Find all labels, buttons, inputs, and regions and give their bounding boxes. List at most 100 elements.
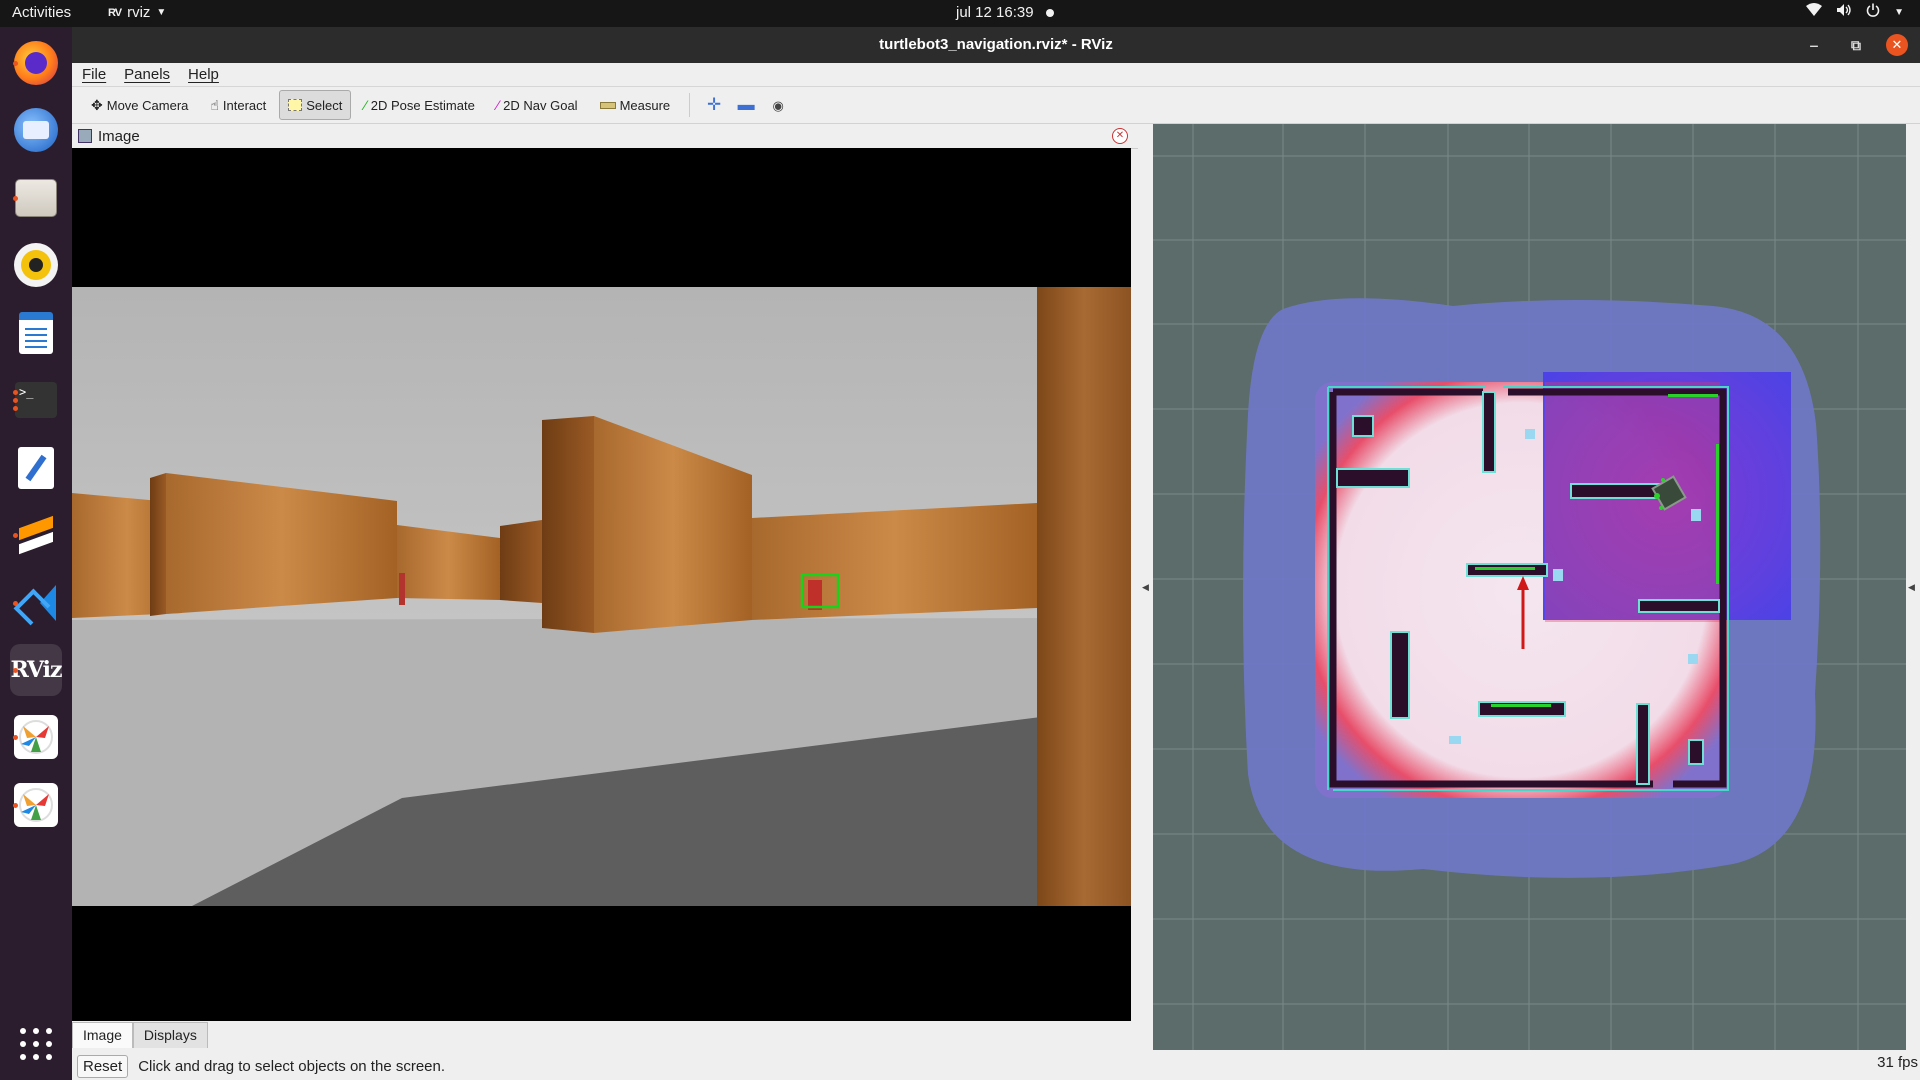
menu-bar: File Panels Help <box>72 63 1920 87</box>
sublime-icon <box>17 515 55 555</box>
chevron-down-icon: ▼ <box>1894 6 1904 18</box>
files-icon <box>15 179 57 217</box>
terminal-icon: >_ <box>15 382 57 418</box>
menu-help[interactable]: Help <box>188 66 219 83</box>
magenta-arrow-icon: ⁄ <box>496 97 500 113</box>
2d-pose-estimate-tool[interactable]: ⁄ 2D Pose Estimate <box>355 90 483 120</box>
tab-image[interactable]: Image <box>72 1022 133 1048</box>
ruler-icon <box>599 101 616 109</box>
running-indicator <box>13 61 18 66</box>
image-panel-close-button[interactable]: ✕ <box>1112 128 1128 144</box>
eye-icon: ◉ <box>772 98 784 113</box>
system-tray[interactable]: ▼ <box>1806 3 1904 21</box>
select-tool[interactable]: Select <box>279 90 352 120</box>
dock-item-gazebo-2[interactable] <box>10 779 62 831</box>
maximize-button[interactable]: ⧉ <box>1844 33 1868 57</box>
power-icon <box>1866 3 1880 21</box>
dock-item-text-editor[interactable] <box>10 442 62 494</box>
vscode-icon <box>13 583 56 626</box>
running-indicator <box>13 668 18 673</box>
notification-dot-icon <box>1045 8 1054 17</box>
gnome-top-bar: Activities RV rviz ▼ jul 12 16:39 ▼ <box>0 0 1920 27</box>
running-indicator <box>13 735 18 740</box>
tool-label: Move Camera <box>106 97 189 113</box>
2d-nav-goal-tool[interactable]: ⁄ 2D Nav Goal <box>488 90 587 120</box>
minus-icon: ▬ <box>737 95 755 114</box>
activities-button[interactable]: Activities <box>12 4 71 21</box>
dock-item-rhythmbox[interactable] <box>10 239 62 291</box>
move-camera-icon: ✥ <box>91 96 103 113</box>
remove-tool-button[interactable]: ▬ <box>732 95 760 115</box>
firefox-icon <box>14 41 58 85</box>
fps-counter: 31 fps <box>1877 1054 1918 1071</box>
dock-item-rviz[interactable]: RViz <box>10 644 63 696</box>
minimize-button[interactable]: ‒ <box>1802 33 1826 57</box>
thunderbird-icon <box>14 108 58 152</box>
window-titlebar[interactable]: turtlebot3_navigation.rviz* - RViz ‒ ⧉ ✕ <box>72 27 1920 63</box>
dock-item-writer[interactable] <box>10 307 62 359</box>
text-editor-icon <box>18 447 54 489</box>
image-panel-icon <box>78 129 92 143</box>
tool-label: 2D Pose Estimate <box>370 97 475 113</box>
splitter-left-arrow-icon[interactable]: ◀ <box>1142 582 1149 593</box>
camera-image-view[interactable] <box>72 148 1131 1021</box>
running-indicator <box>13 803 18 808</box>
volume-icon <box>1836 3 1852 21</box>
measure-tool[interactable]: Measure <box>591 90 680 120</box>
dock-item-sublime[interactable] <box>10 509 62 561</box>
tool-label: Interact <box>222 97 267 113</box>
menu-file[interactable]: File <box>82 66 106 83</box>
status-hint: Click and drag to select objects on the … <box>138 1057 446 1075</box>
wifi-icon <box>1806 3 1823 21</box>
map-render <box>1153 124 1906 1050</box>
window-title: turtlebot3_navigation.rviz* - RViz <box>879 36 1113 53</box>
close-button[interactable]: ✕ <box>1886 34 1908 56</box>
tool-label: 2D Nav Goal <box>503 97 578 113</box>
dock: >_ RViz <box>0 27 72 1080</box>
hand-pointer-icon: ☝ <box>210 96 219 113</box>
dock-item-vscode[interactable] <box>10 577 62 629</box>
tool-label: Select <box>306 97 343 113</box>
menu-panels[interactable]: Panels <box>124 66 170 83</box>
dock-item-files[interactable] <box>10 172 62 224</box>
chevron-down-icon: ▼ <box>156 7 167 18</box>
running-indicator <box>13 398 18 403</box>
panel-tabs: Image Displays <box>72 1022 208 1048</box>
writer-icon <box>19 312 53 354</box>
select-box-icon <box>288 99 303 111</box>
image-panel-title: Image <box>98 127 140 145</box>
move-camera-tool[interactable]: ✥ Move Camera <box>82 90 197 120</box>
plus-icon: ✛ <box>707 95 722 114</box>
gazebo-icon <box>14 783 58 827</box>
status-bar: Reset Click and drag to select objects o… <box>72 1052 1920 1080</box>
tool-label: Measure <box>619 97 671 113</box>
tab-displays[interactable]: Displays <box>132 1022 208 1048</box>
running-indicator <box>13 390 18 395</box>
splitter-right-arrow-icon[interactable]: ◀ <box>1908 582 1915 593</box>
interact-tool[interactable]: ☝ Interact <box>201 90 275 120</box>
image-panel-header[interactable]: Image <box>72 124 1138 149</box>
gazebo-icon <box>14 715 58 759</box>
toolbar-separator <box>689 93 691 117</box>
clock[interactable]: jul 12 16:39 <box>956 4 1054 21</box>
rhythmbox-icon <box>14 243 58 287</box>
rviz-icon: RViz <box>10 657 62 683</box>
rviz-app-icon: RV <box>108 6 122 19</box>
show-applications-button[interactable] <box>20 1028 52 1060</box>
dock-item-gazebo[interactable] <box>10 711 62 763</box>
dock-item-terminal[interactable]: >_ <box>10 374 62 426</box>
dock-item-thunderbird[interactable] <box>10 104 62 156</box>
render-3d-view[interactable] <box>1153 124 1906 1050</box>
app-menu[interactable]: RV rviz ▼ <box>108 4 166 21</box>
tools-toolbar: ✥ Move Camera ☝ Interact Select ⁄ 2D Pos… <box>72 87 1920 124</box>
datetime-label: jul 12 16:39 <box>956 4 1034 21</box>
running-indicator <box>13 196 18 201</box>
camera-render <box>72 148 1131 1021</box>
add-tool-button[interactable]: ✛ <box>700 95 728 115</box>
reset-button[interactable]: Reset <box>77 1054 129 1078</box>
dock-item-firefox[interactable] <box>10 37 62 89</box>
app-menu-label: rviz <box>127 4 151 21</box>
green-arrow-icon: ⁄ <box>364 97 367 113</box>
running-indicator <box>13 406 18 411</box>
camera-type-button[interactable]: ◉ <box>764 95 792 115</box>
